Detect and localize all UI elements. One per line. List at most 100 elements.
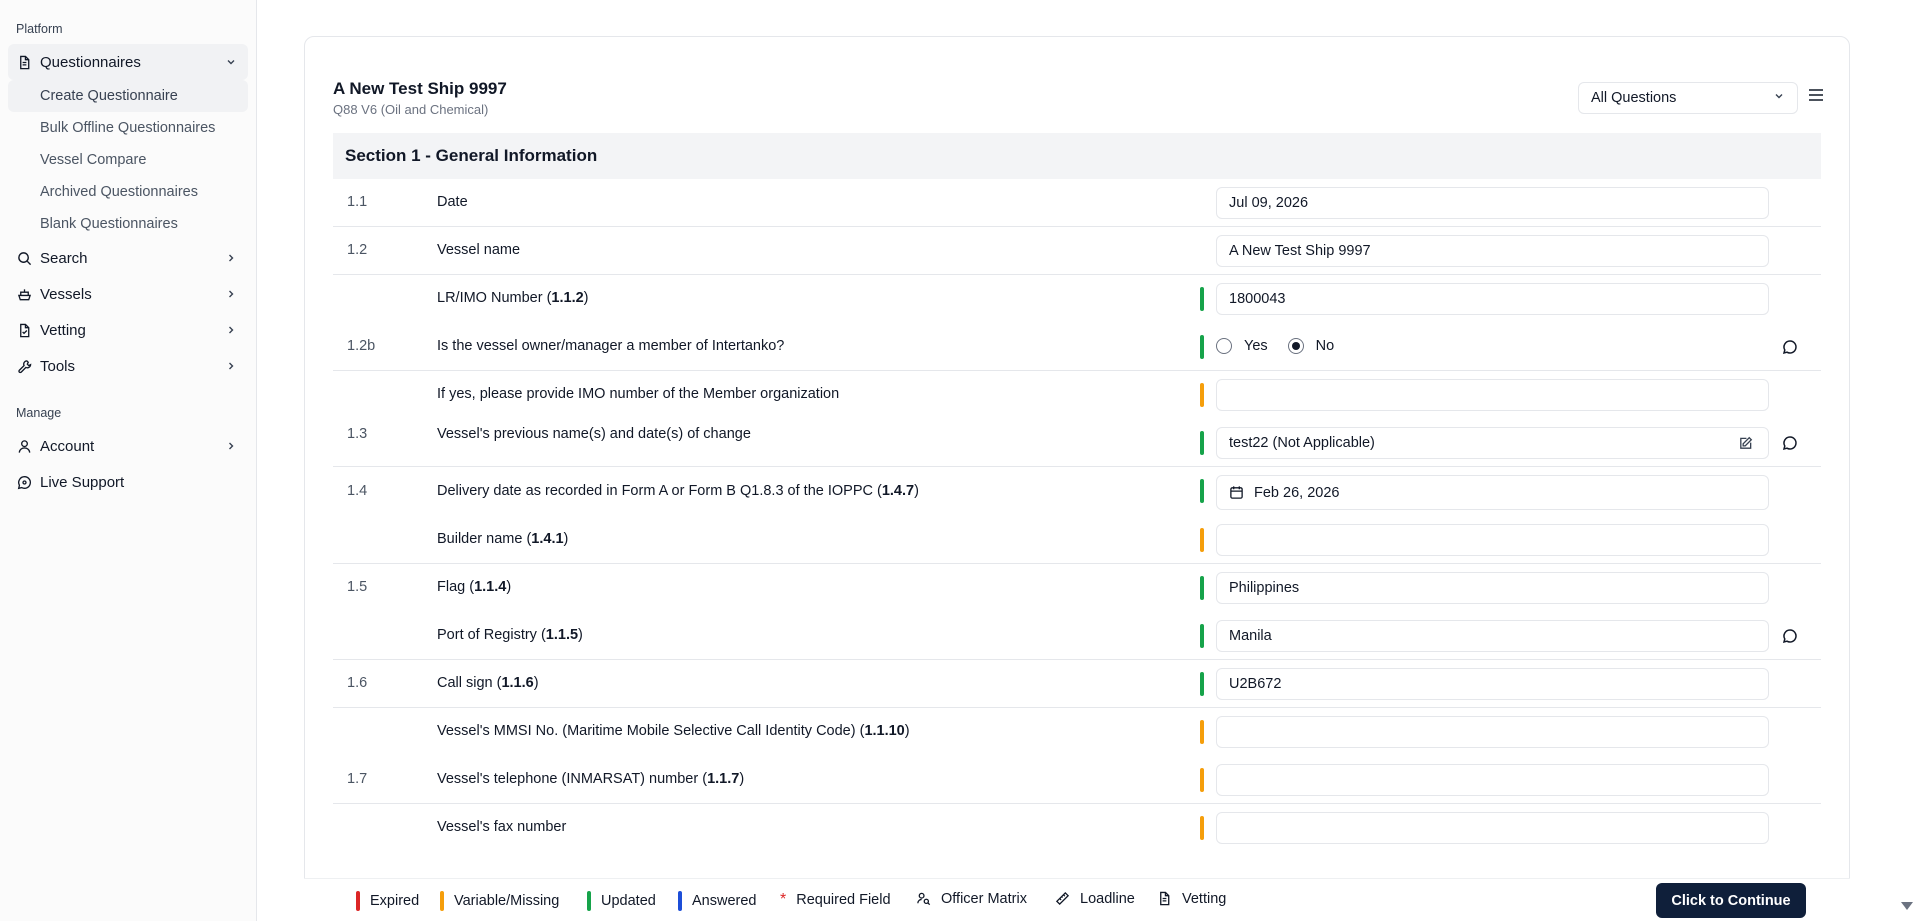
- scroll-down-arrow-icon[interactable]: [1900, 900, 1914, 912]
- sidebar-item-vessels[interactable]: Vessels: [8, 276, 248, 312]
- sidebar-subitem-archived[interactable]: Archived Questionnaires: [8, 176, 248, 208]
- status-updated-bar: [1200, 287, 1204, 311]
- question-label: Call sign (1.1.6): [437, 675, 539, 691]
- sidebar-item-live-support[interactable]: Live Support: [8, 464, 248, 500]
- question-row: 1.2 Vessel name A New Test Ship 9997: [333, 227, 1821, 275]
- legend-label: Required Field: [796, 892, 891, 908]
- question-label: Vessel's telephone (INMARSAT) number (1.…: [437, 771, 745, 787]
- user-icon: [16, 438, 32, 454]
- question-number: 1.4: [347, 483, 368, 499]
- chevron-down-icon: [224, 55, 238, 69]
- builder-name-field[interactable]: [1216, 524, 1769, 556]
- sidebar-subitem-blank[interactable]: Blank Questionnaires: [8, 208, 248, 240]
- legend-required: * Required Field: [780, 891, 891, 909]
- sidebar-subitem-vessel-compare[interactable]: Vessel Compare: [8, 144, 248, 176]
- radio-yes-label: Yes: [1244, 338, 1268, 354]
- legend-label: Vetting: [1182, 891, 1227, 907]
- menu-button[interactable]: [1805, 86, 1827, 108]
- question-label: Delivery date as recorded in Form A or F…: [437, 483, 919, 499]
- legend-officer-matrix[interactable]: Officer Matrix: [916, 891, 1027, 907]
- filter-value: All Questions: [1591, 90, 1677, 106]
- sidebar-item-vetting[interactable]: Vetting: [8, 312, 248, 348]
- sidebar-item-label: Vetting: [40, 321, 86, 339]
- comment-icon[interactable]: [1781, 434, 1799, 452]
- page-title: A New Test Ship 9997: [333, 79, 507, 98]
- question-label: Vessel's previous name(s) and date(s) of…: [437, 426, 751, 442]
- flag-field[interactable]: Philippines: [1216, 572, 1769, 604]
- legend-label: Updated: [601, 893, 656, 909]
- field-value: Manila: [1229, 628, 1272, 644]
- question-number: 1.2: [347, 242, 368, 258]
- status-updated-bar: [1200, 672, 1204, 696]
- legend-label: Variable/Missing: [454, 893, 560, 909]
- chevron-right-icon: [224, 251, 238, 265]
- section-header: Section 1 - General Information: [333, 133, 1821, 179]
- legend-label: Loadline: [1080, 891, 1135, 907]
- question-row: 1.6 Call sign (1.1.6) U2B672: [333, 660, 1821, 708]
- question-label: LR/IMO Number (1.1.2): [437, 290, 589, 306]
- intertanko-radio-group: Yes No: [1216, 338, 1334, 354]
- comment-icon[interactable]: [1781, 338, 1799, 356]
- question-number: 1.1: [347, 194, 368, 210]
- sidebar-item-label: Search: [40, 249, 88, 267]
- ship-icon: [16, 286, 32, 302]
- sidebar-item-questionnaires[interactable]: Questionnaires: [8, 44, 248, 80]
- vessel-name-field[interactable]: A New Test Ship 9997: [1216, 235, 1769, 267]
- continue-button[interactable]: Click to Continue: [1656, 883, 1806, 918]
- legend-missing: Variable/Missing: [440, 891, 559, 911]
- status-updated-bar: [1200, 624, 1204, 648]
- wrench-icon: [16, 358, 32, 374]
- legend-label: Answered: [692, 893, 757, 909]
- status-missing-bar: [1200, 720, 1204, 744]
- sidebar-item-label: Live Support: [40, 473, 125, 491]
- sidebar-item-tools[interactable]: Tools: [8, 348, 248, 384]
- field-value: A New Test Ship 9997: [1229, 243, 1371, 259]
- chat-support-icon: [16, 474, 32, 490]
- document-icon: [16, 54, 32, 70]
- status-legend: Expired Variable/Missing Updated Answere…: [304, 878, 1850, 921]
- question-row: Builder name (1.4.1): [333, 516, 1821, 564]
- chevron-right-icon: [224, 287, 238, 301]
- edit-icon[interactable]: [1738, 436, 1754, 452]
- legend-vetting[interactable]: Vetting: [1157, 891, 1226, 907]
- port-of-registry-field[interactable]: Manila: [1216, 620, 1769, 652]
- sidebar-subitem-create-questionnaire[interactable]: Create Questionnaire: [8, 80, 248, 112]
- previous-names-field[interactable]: test22 (Not Applicable): [1216, 427, 1769, 459]
- platform-group-label: Platform: [16, 22, 63, 36]
- question-label: Vessel's MMSI No. (Maritime Mobile Selec…: [437, 723, 910, 739]
- radio-no[interactable]: [1287, 338, 1304, 354]
- question-row: Port of Registry (1.1.5) Manila: [333, 612, 1821, 660]
- question-label: Is the vessel owner/manager a member of …: [437, 338, 785, 354]
- sidebar-item-search[interactable]: Search: [8, 240, 248, 276]
- date-field[interactable]: Jul 09, 2026: [1216, 187, 1769, 219]
- legend-loadline[interactable]: Loadline: [1055, 891, 1135, 907]
- hamburger-icon: [1808, 88, 1824, 106]
- field-value: Philippines: [1229, 580, 1300, 596]
- sidebar-item-account[interactable]: Account: [8, 428, 248, 464]
- legend-label: Expired: [370, 893, 420, 909]
- delivery-date-field[interactable]: Feb 26, 2026: [1216, 475, 1769, 510]
- radio-yes[interactable]: [1216, 338, 1232, 354]
- field-value: Feb 26, 2026: [1254, 484, 1340, 501]
- fax-field[interactable]: [1216, 812, 1769, 844]
- question-number: 1.5: [347, 579, 368, 595]
- section-title: Section 1 - General Information: [345, 146, 598, 165]
- question-row: 1.7 Vessel's telephone (INMARSAT) number…: [333, 756, 1821, 804]
- sidebar-item-label: Account: [40, 437, 95, 455]
- imo-number-field[interactable]: 1800043: [1216, 283, 1769, 315]
- status-missing-bar: [1200, 816, 1204, 840]
- member-imo-field[interactable]: [1216, 379, 1769, 411]
- telephone-field[interactable]: [1216, 764, 1769, 796]
- question-list: 1.1 Date Jul 09, 2026 1.2 Vessel name A …: [333, 179, 1821, 852]
- legend-label: Officer Matrix: [941, 891, 1027, 907]
- mmsi-field[interactable]: [1216, 716, 1769, 748]
- comment-icon[interactable]: [1781, 627, 1799, 645]
- search-icon: [16, 250, 32, 266]
- call-sign-field[interactable]: U2B672: [1216, 668, 1769, 700]
- question-row: 1.2b Is the vessel owner/manager a membe…: [333, 323, 1821, 371]
- question-filter-select[interactable]: All Questions: [1578, 82, 1798, 114]
- required-star-icon: *: [780, 891, 787, 908]
- question-row: 1.3 Vessel's previous name(s) and date(s…: [333, 419, 1821, 467]
- questionnaire-header: A New Test Ship 9997 Q88 V6 (Oil and Che…: [333, 79, 507, 117]
- sidebar-subitem-bulk-offline[interactable]: Bulk Offline Questionnaires: [8, 112, 248, 144]
